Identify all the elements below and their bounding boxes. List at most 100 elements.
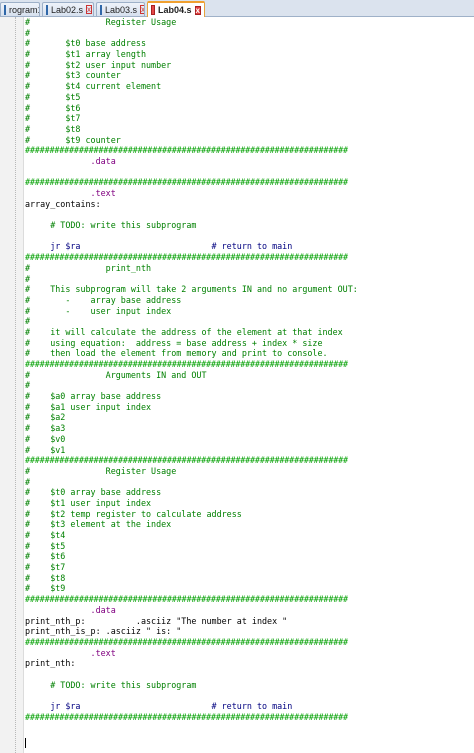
code-line[interactable]: # $v0 [0, 434, 474, 445]
tab-label: Lab02.s [51, 4, 84, 15]
code-text: # $t2 user input number [25, 59, 172, 70]
code-text: ########################################… [25, 455, 348, 466]
code-text: # $t4 current element [25, 81, 162, 92]
code-line[interactable]: # $t7 [0, 562, 474, 573]
code-line[interactable]: ########################################… [0, 252, 474, 263]
code-line[interactable]: # $t4 [0, 530, 474, 541]
code-line[interactable]: ########################################… [0, 145, 474, 156]
code-line[interactable]: # $t2 user input number [0, 60, 474, 71]
code-line[interactable] [0, 209, 474, 220]
tab-label: Lab03.s [105, 4, 138, 15]
code-line[interactable]: print_nth: [0, 658, 474, 669]
code-line[interactable]: # - array base address [0, 295, 474, 306]
code-line[interactable]: ########################################… [0, 359, 474, 370]
code-text: # $t5 [25, 540, 66, 551]
code-text: ########################################… [25, 252, 348, 263]
tab-label: rogram1.s [9, 4, 39, 15]
code-line[interactable]: # [0, 380, 474, 391]
code-line[interactable]: # $t4 current element [0, 81, 474, 92]
code-text: # - array base address [25, 294, 182, 305]
code-text: # [25, 27, 31, 38]
code-line[interactable]: # This subprogram will take 2 arguments … [0, 284, 474, 295]
code-text: .data [25, 155, 116, 166]
code-line[interactable]: # print_nth [0, 263, 474, 274]
tab-rogram1-s[interactable]: rogram1.sx [0, 2, 40, 16]
code-line[interactable]: .data [0, 156, 474, 167]
code-line[interactable] [0, 167, 474, 178]
code-line[interactable]: # $t6 [0, 103, 474, 114]
code-line[interactable]: ########################################… [0, 637, 474, 648]
code-line[interactable]: # it will calculate the address of the e… [0, 327, 474, 338]
code-editor[interactable]: # Register Usage # # $t0 base address # $t1… [0, 17, 474, 753]
code-line[interactable]: # $t1 user input index [0, 498, 474, 509]
close-tab-icon[interactable]: x [86, 5, 93, 14]
code-line[interactable]: # Register Usage [0, 466, 474, 477]
tab-lab02-s[interactable]: Lab02.s x [42, 2, 94, 16]
code-line[interactable]: .data [0, 605, 474, 616]
code-line[interactable]: # then load the element from memory and … [0, 348, 474, 359]
code-line[interactable]: # [0, 28, 474, 39]
code-line[interactable]: # $t0 array base address [0, 487, 474, 498]
code-line[interactable]: # - user input index [0, 306, 474, 317]
code-line[interactable]: # $t8 [0, 124, 474, 135]
code-text: # $v1 [25, 444, 66, 455]
code-line[interactable] [0, 231, 474, 242]
code-line[interactable]: # $a2 [0, 412, 474, 423]
tab-lab04-s[interactable]: Lab04.s x [147, 1, 205, 17]
code-line[interactable]: # [0, 274, 474, 285]
code-text: array_contains: [25, 198, 101, 209]
code-line[interactable]: # TODO: write this subprogram [0, 680, 474, 691]
code-line[interactable]: # $a0 array base address [0, 391, 474, 402]
code-line[interactable]: # $t0 base address [0, 38, 474, 49]
code-text: # it will calculate the address of the e… [25, 326, 343, 337]
code-text: ########################################… [25, 594, 348, 605]
code-line[interactable]: # [0, 316, 474, 327]
code-line[interactable]: # $a3 [0, 423, 474, 434]
code-line[interactable] [0, 722, 474, 733]
code-line[interactable]: # using equation: address = base address… [0, 338, 474, 349]
code-line[interactable]: # TODO: write this subprogram [0, 220, 474, 231]
code-line[interactable]: array_contains: [0, 199, 474, 210]
code-line[interactable]: # $t5 [0, 541, 474, 552]
code-line[interactable]: # $t3 counter [0, 70, 474, 81]
code-line[interactable]: print_nth_p: .asciiz "The number at inde… [0, 616, 474, 627]
code-line[interactable]: .text [0, 648, 474, 659]
code-text: ########################################… [25, 636, 348, 647]
code-text: # $t1 array length [25, 49, 147, 60]
close-tab-icon[interactable]: x [194, 5, 201, 15]
code-line[interactable]: # $t5 [0, 92, 474, 103]
code-line[interactable]: # $v1 [0, 445, 474, 456]
code-line[interactable]: # $t7 [0, 113, 474, 124]
code-line[interactable]: .text [0, 188, 474, 199]
code-line[interactable]: # $a1 user input index [0, 402, 474, 413]
code-line[interactable]: jr $ra # return to main [0, 701, 474, 712]
code-line[interactable]: # Register Usage [0, 17, 474, 28]
code-line[interactable]: ########################################… [0, 455, 474, 466]
code-text: # TODO: write this subprogram [25, 679, 197, 690]
code-line[interactable]: # $t6 [0, 551, 474, 562]
code-line[interactable]: # $t2 temp register to calculate address [0, 509, 474, 520]
tab-lab03-s[interactable]: Lab03.s x [96, 2, 145, 16]
code-line[interactable]: print_nth_is_p: .asciiz " is: " [0, 626, 474, 637]
code-line[interactable] [0, 690, 474, 701]
code-text: # $t2 temp register to calculate address [25, 508, 242, 519]
code-text: # $t9 [25, 583, 66, 594]
code-line[interactable]: # $t8 [0, 573, 474, 584]
code-line[interactable]: # Arguments IN and OUT [0, 370, 474, 381]
code-line[interactable]: # $t1 array length [0, 49, 474, 60]
code-line[interactable] [0, 669, 474, 680]
code-line[interactable]: ########################################… [0, 177, 474, 188]
code-line[interactable]: ########################################… [0, 594, 474, 605]
code-text: # - user input index [25, 305, 172, 316]
code-line[interactable]: # $t3 element at the index [0, 519, 474, 530]
code-line[interactable]: # $t9 counter [0, 135, 474, 146]
code-line[interactable]: jr $ra # return to main [0, 241, 474, 252]
code-line[interactable] [0, 744, 474, 753]
code-line[interactable]: ########################################… [0, 712, 474, 723]
code-line[interactable]: # $t9 [0, 583, 474, 594]
close-tab-icon[interactable]: x [140, 5, 144, 14]
code-text: # $a1 user input index [25, 401, 152, 412]
code-text: # $t5 [25, 91, 81, 102]
code-line[interactable] [0, 733, 474, 744]
code-line[interactable]: # [0, 477, 474, 488]
